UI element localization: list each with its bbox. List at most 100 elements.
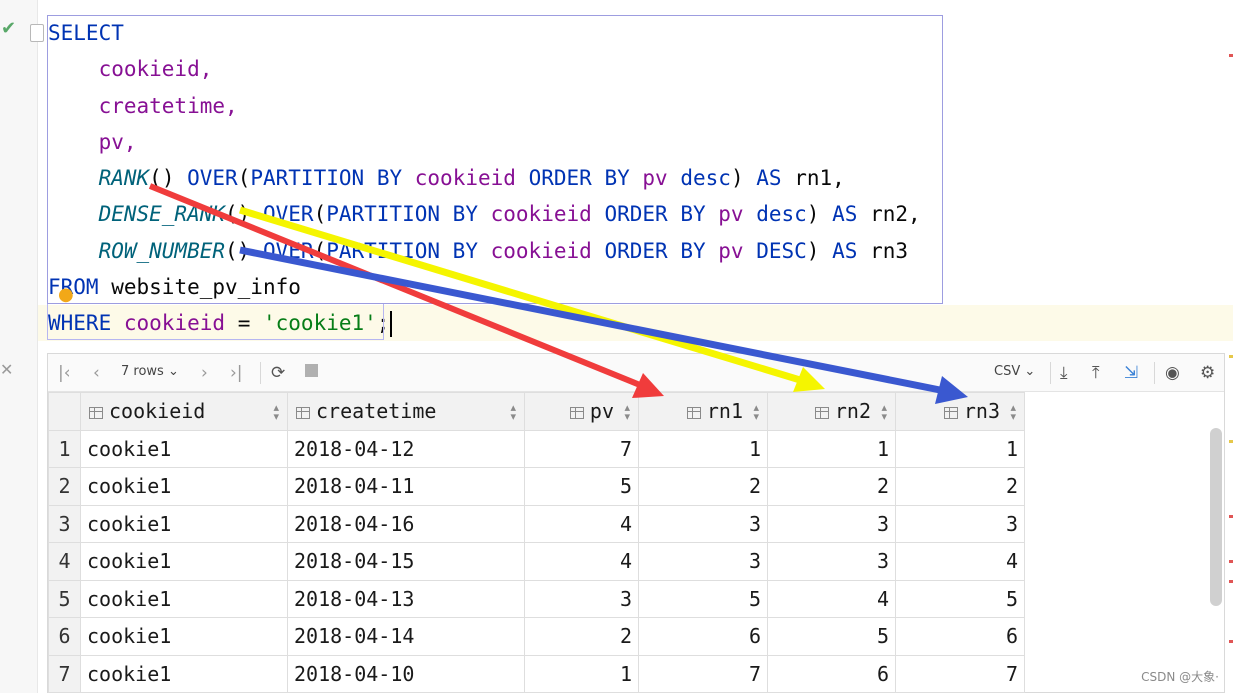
first-page-icon[interactable]: |‹ xyxy=(58,362,71,384)
next-page-icon[interactable]: › xyxy=(201,362,208,384)
sort-icon[interactable]: ▴ ▾ xyxy=(1010,402,1016,422)
lightbulb-icon[interactable]: ● xyxy=(58,284,74,305)
cell-rn1[interactable]: 3 xyxy=(638,504,768,543)
column-header-cookieid[interactable]: cookieid ▴ ▾ xyxy=(80,392,288,431)
compare-icon[interactable]: ⇲ xyxy=(1124,362,1138,384)
column-header-createtime[interactable]: createtime ▴ ▾ xyxy=(287,392,525,431)
table-row[interactable]: 7 cookie1 2018-04-10 1 7 6 7 xyxy=(48,654,1025,693)
cell-cookieid[interactable]: cookie1 xyxy=(80,467,288,506)
column-header-pv[interactable]: pv ▴ ▾ xyxy=(524,392,639,431)
watermark: CSDN @大象· xyxy=(1141,670,1219,684)
cell-createtime[interactable]: 2018-04-13 xyxy=(287,579,525,618)
upload-icon[interactable]: ⤒ xyxy=(1092,362,1100,384)
cell-createtime[interactable]: 2018-04-14 xyxy=(287,617,525,656)
cell-createtime[interactable]: 2018-04-12 xyxy=(287,429,525,468)
cell-pv[interactable]: 4 xyxy=(524,504,639,543)
sort-icon[interactable]: ▴ ▾ xyxy=(273,402,279,422)
cell-rn1[interactable]: 3 xyxy=(638,542,768,581)
prev-page-icon[interactable]: ‹ xyxy=(93,362,100,384)
cell-rn2[interactable]: 3 xyxy=(767,504,896,543)
cell-createtime[interactable]: 2018-04-11 xyxy=(287,467,525,506)
cell-createtime[interactable]: 2018-04-16 xyxy=(287,504,525,543)
row-number-cell[interactable]: 2 xyxy=(48,467,81,506)
stop-icon[interactable] xyxy=(305,364,318,377)
cell-pv[interactable]: 5 xyxy=(524,467,639,506)
cell-rn1[interactable]: 2 xyxy=(638,467,768,506)
last-page-icon[interactable]: ›| xyxy=(230,362,243,384)
column-icon xyxy=(569,407,584,420)
results-panel: |‹ ‹ 7 rows ⌄ › ›| ⟳ CSV ⌄ ⤓ ⤒ ⇲ ◉ ⚙ coo… xyxy=(47,353,1225,693)
rows-count-dropdown[interactable]: 7 rows ⌄ xyxy=(121,364,179,379)
sort-icon[interactable]: ▴ ▾ xyxy=(510,402,516,422)
cell-pv[interactable]: 4 xyxy=(524,542,639,581)
column-icon xyxy=(943,407,958,420)
cell-cookieid[interactable]: cookie1 xyxy=(80,542,288,581)
results-grid: cookieid ▴ ▾ createtime ▴ ▾ pv ▴ ▾ rn1 ▴ ▾ rn2 ▴ ▾… xyxy=(48,392,1025,693)
cell-rn2[interactable]: 6 xyxy=(767,654,896,693)
refresh-icon[interactable]: ⟳ xyxy=(271,362,285,384)
cell-cookieid[interactable]: cookie1 xyxy=(80,654,288,693)
row-number-cell[interactable]: 1 xyxy=(48,429,81,468)
table-row[interactable]: 6 cookie1 2018-04-14 2 6 5 6 xyxy=(48,617,1025,656)
vertical-scrollbar[interactable] xyxy=(1210,428,1222,606)
cell-rn3[interactable]: 4 xyxy=(895,542,1025,581)
row-number-header xyxy=(48,392,81,431)
table-row[interactable]: 2 cookie1 2018-04-11 5 2 2 2 xyxy=(48,467,1025,506)
settings-icon[interactable]: ⚙ xyxy=(1200,362,1215,384)
view-icon[interactable]: ◉ xyxy=(1165,362,1180,384)
column-header-rn3[interactable]: rn3 ▴ ▾ xyxy=(895,392,1025,431)
cell-rn3[interactable]: 2 xyxy=(895,467,1025,506)
cell-rn3[interactable]: 5 xyxy=(895,579,1025,618)
cell-pv[interactable]: 3 xyxy=(524,579,639,618)
sort-icon[interactable]: ▴ ▾ xyxy=(881,402,887,422)
check-icon: ✔ xyxy=(1,18,17,39)
cell-rn2[interactable]: 1 xyxy=(767,429,896,468)
editor-gutter xyxy=(0,0,38,693)
export-format-dropdown[interactable]: CSV ⌄ xyxy=(994,364,1035,379)
cell-pv[interactable]: 7 xyxy=(524,429,639,468)
cell-rn1[interactable]: 5 xyxy=(638,579,768,618)
table-row[interactable]: 4 cookie1 2018-04-15 4 3 3 4 xyxy=(48,542,1025,581)
text-caret xyxy=(390,311,393,337)
sort-icon[interactable]: ▴ ▾ xyxy=(624,402,630,422)
cell-rn3[interactable]: 1 xyxy=(895,429,1025,468)
cell-rn2[interactable]: 4 xyxy=(767,579,896,618)
cell-rn1[interactable]: 6 xyxy=(638,617,768,656)
column-icon xyxy=(814,407,829,420)
cell-rn2[interactable]: 5 xyxy=(767,617,896,656)
cell-cookieid[interactable]: cookie1 xyxy=(80,617,288,656)
table-row[interactable]: 1 cookie1 2018-04-12 7 1 1 1 xyxy=(48,429,1025,468)
row-number-cell[interactable]: 4 xyxy=(48,542,81,581)
cell-rn1[interactable]: 7 xyxy=(638,654,768,693)
cell-pv[interactable]: 2 xyxy=(524,617,639,656)
cell-rn3[interactable]: 3 xyxy=(895,504,1025,543)
cell-cookieid[interactable]: cookie1 xyxy=(80,429,288,468)
column-header-rn1[interactable]: rn1 ▴ ▾ xyxy=(638,392,768,431)
column-header-rn2[interactable]: rn2 ▴ ▾ xyxy=(767,392,896,431)
row-number-cell[interactable]: 7 xyxy=(48,654,81,693)
cell-rn2[interactable]: 3 xyxy=(767,542,896,581)
cell-createtime[interactable]: 2018-04-15 xyxy=(287,542,525,581)
fold-marker-icon[interactable] xyxy=(30,24,44,42)
cell-cookieid[interactable]: cookie1 xyxy=(80,504,288,543)
close-icon[interactable]: ✕ xyxy=(0,360,13,379)
column-icon xyxy=(296,407,310,420)
row-number-cell[interactable]: 3 xyxy=(48,504,81,543)
table-row[interactable]: 5 cookie1 2018-04-13 3 5 4 5 xyxy=(48,579,1025,618)
cell-pv[interactable]: 1 xyxy=(524,654,639,693)
cell-rn2[interactable]: 2 xyxy=(767,467,896,506)
download-icon[interactable]: ⤓ xyxy=(1060,362,1068,384)
cell-rn1[interactable]: 1 xyxy=(638,429,768,468)
cell-rn3[interactable]: 7 xyxy=(895,654,1025,693)
cell-rn3[interactable]: 6 xyxy=(895,617,1025,656)
row-number-cell[interactable]: 5 xyxy=(48,579,81,618)
header-row: cookieid ▴ ▾ createtime ▴ ▾ pv ▴ ▾ rn1 ▴ ▾ rn2 ▴ ▾… xyxy=(48,392,1025,431)
column-icon xyxy=(89,407,103,420)
sort-icon[interactable]: ▴ ▾ xyxy=(753,402,759,422)
column-icon xyxy=(686,407,701,420)
statement-highlight-box xyxy=(47,15,943,304)
cell-cookieid[interactable]: cookie1 xyxy=(80,579,288,618)
table-row[interactable]: 3 cookie1 2018-04-16 4 3 3 3 xyxy=(48,504,1025,543)
cell-createtime[interactable]: 2018-04-10 xyxy=(287,654,525,693)
row-number-cell[interactable]: 6 xyxy=(48,617,81,656)
